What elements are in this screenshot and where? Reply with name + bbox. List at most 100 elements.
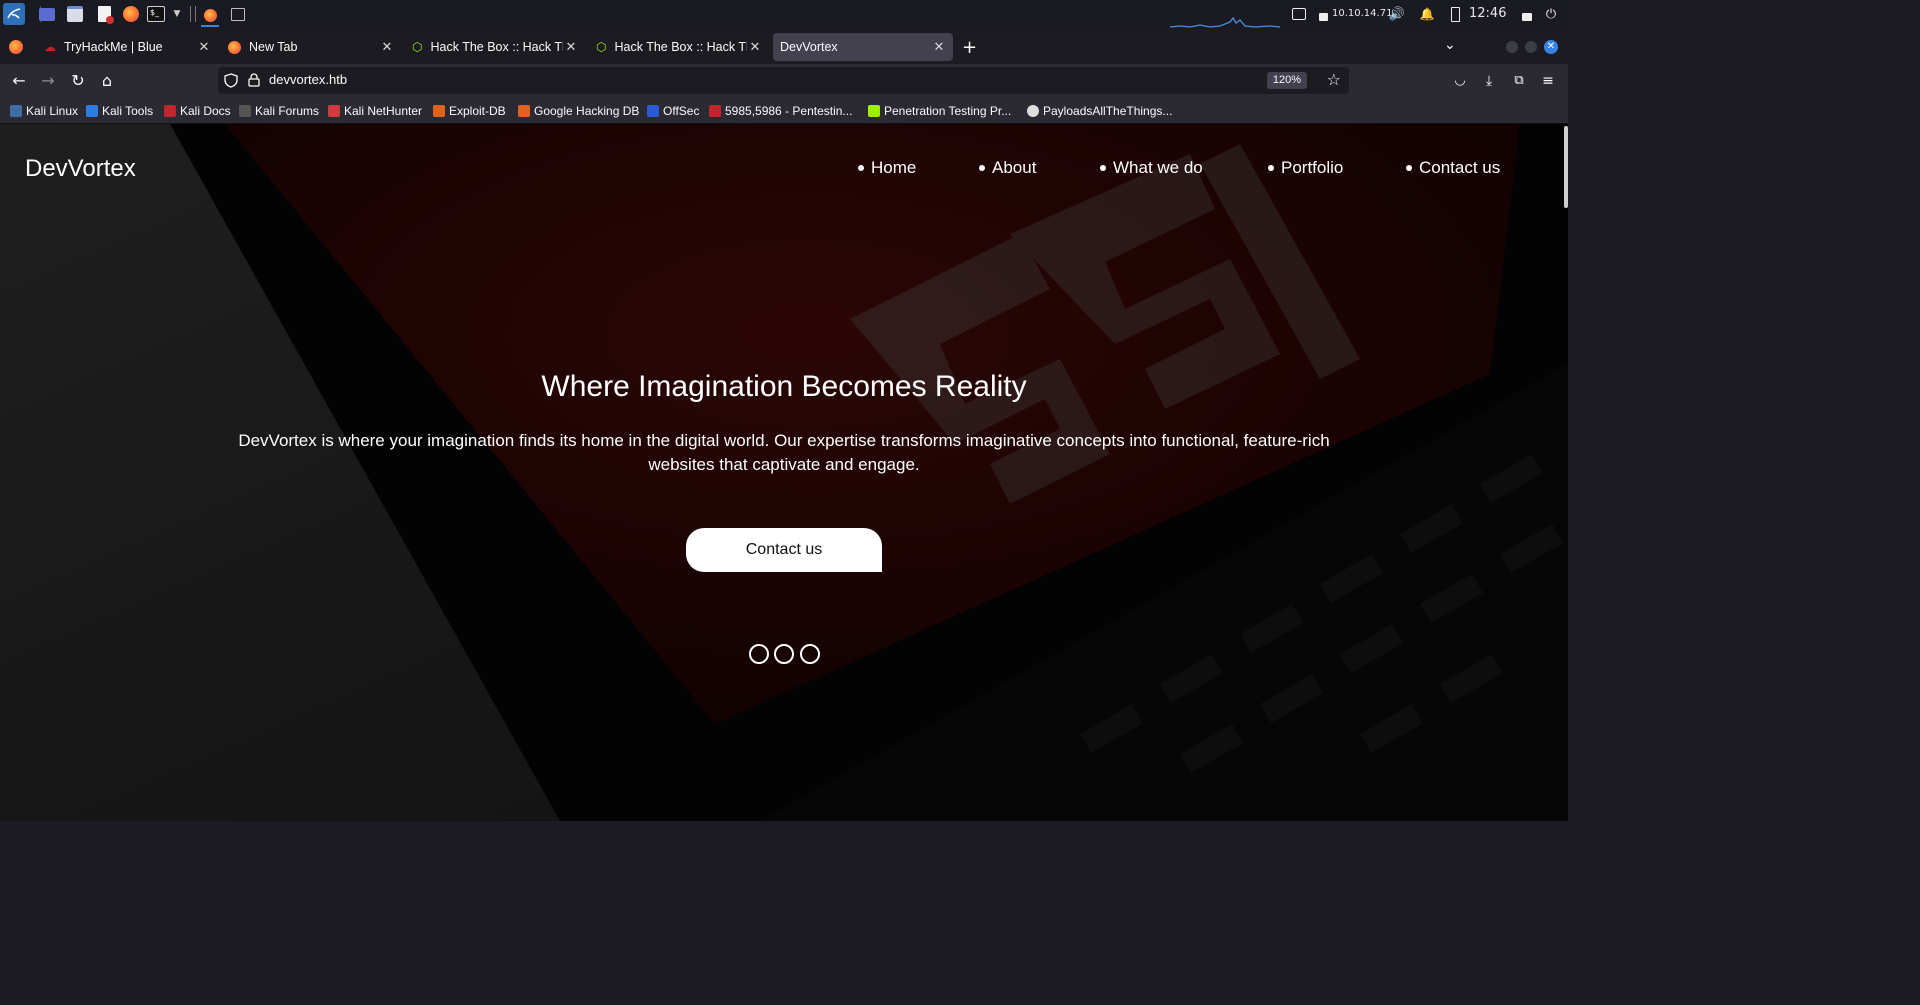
bookmark-label: OffSec (663, 103, 700, 118)
reload-icon[interactable]: ↻ (68, 71, 88, 91)
ip-address: 10.10.14.71 (1332, 8, 1393, 19)
carousel-indicator-2[interactable] (774, 644, 794, 664)
tab-label: TryHackMe | Blue (64, 40, 163, 54)
nav-portfolio[interactable]: Portfolio (1268, 158, 1343, 178)
tab-tryhackme[interactable]: ☁ TryHackMe | Blue ✕ (38, 33, 218, 61)
nav-about[interactable]: About (979, 158, 1036, 178)
minimize-window-icon[interactable] (1506, 41, 1518, 53)
desktop-icon[interactable] (38, 5, 56, 23)
firefox-window-icon[interactable] (201, 5, 219, 27)
bookmark-google-hacking-db[interactable]: Google Hacking DB (518, 102, 639, 119)
bookmark-kali-tools[interactable]: Kali Tools (86, 102, 153, 119)
battery-icon[interactable] (1446, 5, 1464, 23)
bookmark-payloadsallthethings[interactable]: PayloadsAllTheThings... (1027, 102, 1172, 119)
bookmark-kali-nethunter[interactable]: Kali NetHunter (328, 102, 422, 119)
site-logo[interactable]: DevVortex (25, 155, 136, 183)
firefox-launcher-icon[interactable] (122, 5, 140, 23)
bookmark-label: Kali Tools (102, 103, 154, 118)
lock-icon[interactable] (248, 73, 260, 87)
offsec-icon (647, 104, 659, 117)
close-icon[interactable]: ✕ (379, 39, 395, 55)
bookmarks-toolbar: Kali Linux Kali Tools Kali Docs Kali For… (0, 98, 1568, 124)
terminal-window-icon[interactable] (229, 5, 247, 23)
terminal-icon[interactable]: $_ (147, 5, 165, 23)
bookmark-kali-docs[interactable]: Kali Docs (164, 102, 231, 119)
display-icon[interactable] (1290, 5, 1308, 23)
hero-title: Where Imagination Becomes Reality (541, 370, 1027, 403)
nav-label: About (992, 158, 1037, 177)
hackthebox-icon: ⬡ (596, 40, 607, 54)
pocket-icon[interactable]: ◡ (1450, 71, 1470, 91)
kali-forums-icon (239, 104, 251, 117)
bookmark-label: Kali Docs (180, 103, 231, 118)
bookmark-penetration-testing[interactable]: Penetration Testing Pr... (868, 102, 1011, 119)
hero-description: DevVortex is where your imagination find… (238, 431, 1330, 474)
file-manager-icon[interactable] (66, 5, 84, 23)
tab-new-tab[interactable]: New Tab ✕ (221, 33, 401, 61)
tab-devvortex[interactable]: DevVortex ✕ (773, 33, 953, 61)
tryhackme-icon: ☁ (44, 40, 56, 54)
nav-contact-us[interactable]: Contact us (1406, 158, 1500, 178)
nav-home[interactable]: Home (858, 158, 916, 178)
bookmark-kali-forums[interactable]: Kali Forums (239, 102, 319, 119)
zoom-level-badge[interactable]: 120% (1266, 72, 1307, 89)
bookmark-label: Kali NetHunter (344, 103, 423, 118)
power-icon[interactable]: ⏻ (1542, 5, 1560, 23)
maximize-window-icon[interactable] (1525, 41, 1537, 53)
hackthebox-icon (868, 104, 880, 117)
bookmark-offsec[interactable]: OffSec (647, 102, 699, 119)
bullet-icon (1100, 165, 1106, 171)
clock[interactable]: 12:46 (1469, 6, 1506, 21)
close-icon[interactable]: ✕ (196, 39, 212, 55)
close-window-icon[interactable]: ✕ (1544, 40, 1558, 54)
nav-what-we-do[interactable]: What we do (1100, 158, 1203, 178)
page-scrollbar[interactable] (1564, 126, 1568, 208)
nav-label: Portfolio (1281, 158, 1344, 177)
firefox-view-icon[interactable] (9, 40, 23, 54)
notification-bell-icon[interactable]: 🔔 (1418, 5, 1436, 23)
shield-icon[interactable] (224, 73, 238, 88)
nav-label: What we do (1113, 158, 1203, 177)
nethunter-icon (328, 104, 340, 117)
url-bar[interactable]: devvortex.htb 120% ☆ (218, 67, 1349, 94)
menu-hamburger-icon[interactable]: ≡ (1538, 71, 1558, 91)
list-all-tabs-icon[interactable]: ⌄ (1444, 37, 1456, 53)
extensions-icon[interactable]: ⧉ (1509, 71, 1529, 91)
bookmark-label: PayloadsAllTheThings... (1043, 103, 1173, 118)
kali-menu-icon[interactable] (3, 3, 25, 25)
text-editor-icon[interactable] (95, 5, 114, 24)
tab-hackthebox-1[interactable]: ⬡ Hack The Box :: Hack The ✕ (405, 33, 585, 61)
tab-label: Hack The Box :: Hack The (430, 40, 564, 54)
github-icon (1027, 104, 1039, 117)
vpn-lock-icon[interactable] (1314, 5, 1332, 23)
close-icon[interactable]: ✕ (931, 39, 947, 55)
home-icon[interactable]: ⌂ (97, 71, 117, 91)
bookmark-pentesting-winrm[interactable]: 5985,5986 - Pentestin... (709, 102, 852, 119)
exploit-db-icon (433, 104, 445, 117)
volume-icon[interactable]: 🔊 (1388, 5, 1406, 23)
bookmark-label: Penetration Testing Pr... (884, 103, 1012, 118)
network-graph-icon (1170, 16, 1280, 28)
carousel-indicator-1[interactable] (749, 644, 769, 664)
carousel-indicator-3[interactable] (800, 644, 820, 664)
bookmark-star-icon[interactable]: ☆ (1327, 70, 1341, 89)
close-icon[interactable]: ✕ (747, 39, 763, 55)
forward-arrow-icon[interactable]: → (38, 71, 58, 91)
hacktricks-icon (709, 104, 721, 117)
bullet-icon (1406, 165, 1412, 171)
url-text[interactable]: devvortex.htb (269, 72, 347, 87)
bookmark-kali-linux[interactable]: Kali Linux (10, 102, 78, 119)
tab-hackthebox-2[interactable]: ⬡ Hack The Box :: Hack The ✕ (589, 33, 769, 61)
close-icon[interactable]: ✕ (563, 39, 579, 55)
ghdb-icon (518, 104, 530, 117)
bullet-icon (1268, 165, 1274, 171)
downloads-icon[interactable]: ⤓ (1479, 71, 1499, 91)
bullet-icon (979, 165, 985, 171)
kali-docs-icon (164, 104, 176, 117)
bookmark-label: Google Hacking DB (534, 103, 640, 118)
new-tab-plus-icon[interactable]: + (962, 37, 977, 58)
bookmark-exploit-db[interactable]: Exploit-DB (433, 102, 506, 119)
back-arrow-icon[interactable]: ← (9, 71, 29, 91)
contact-us-button[interactable]: Contact us (686, 528, 882, 572)
lock-screen-icon[interactable] (1518, 5, 1536, 23)
